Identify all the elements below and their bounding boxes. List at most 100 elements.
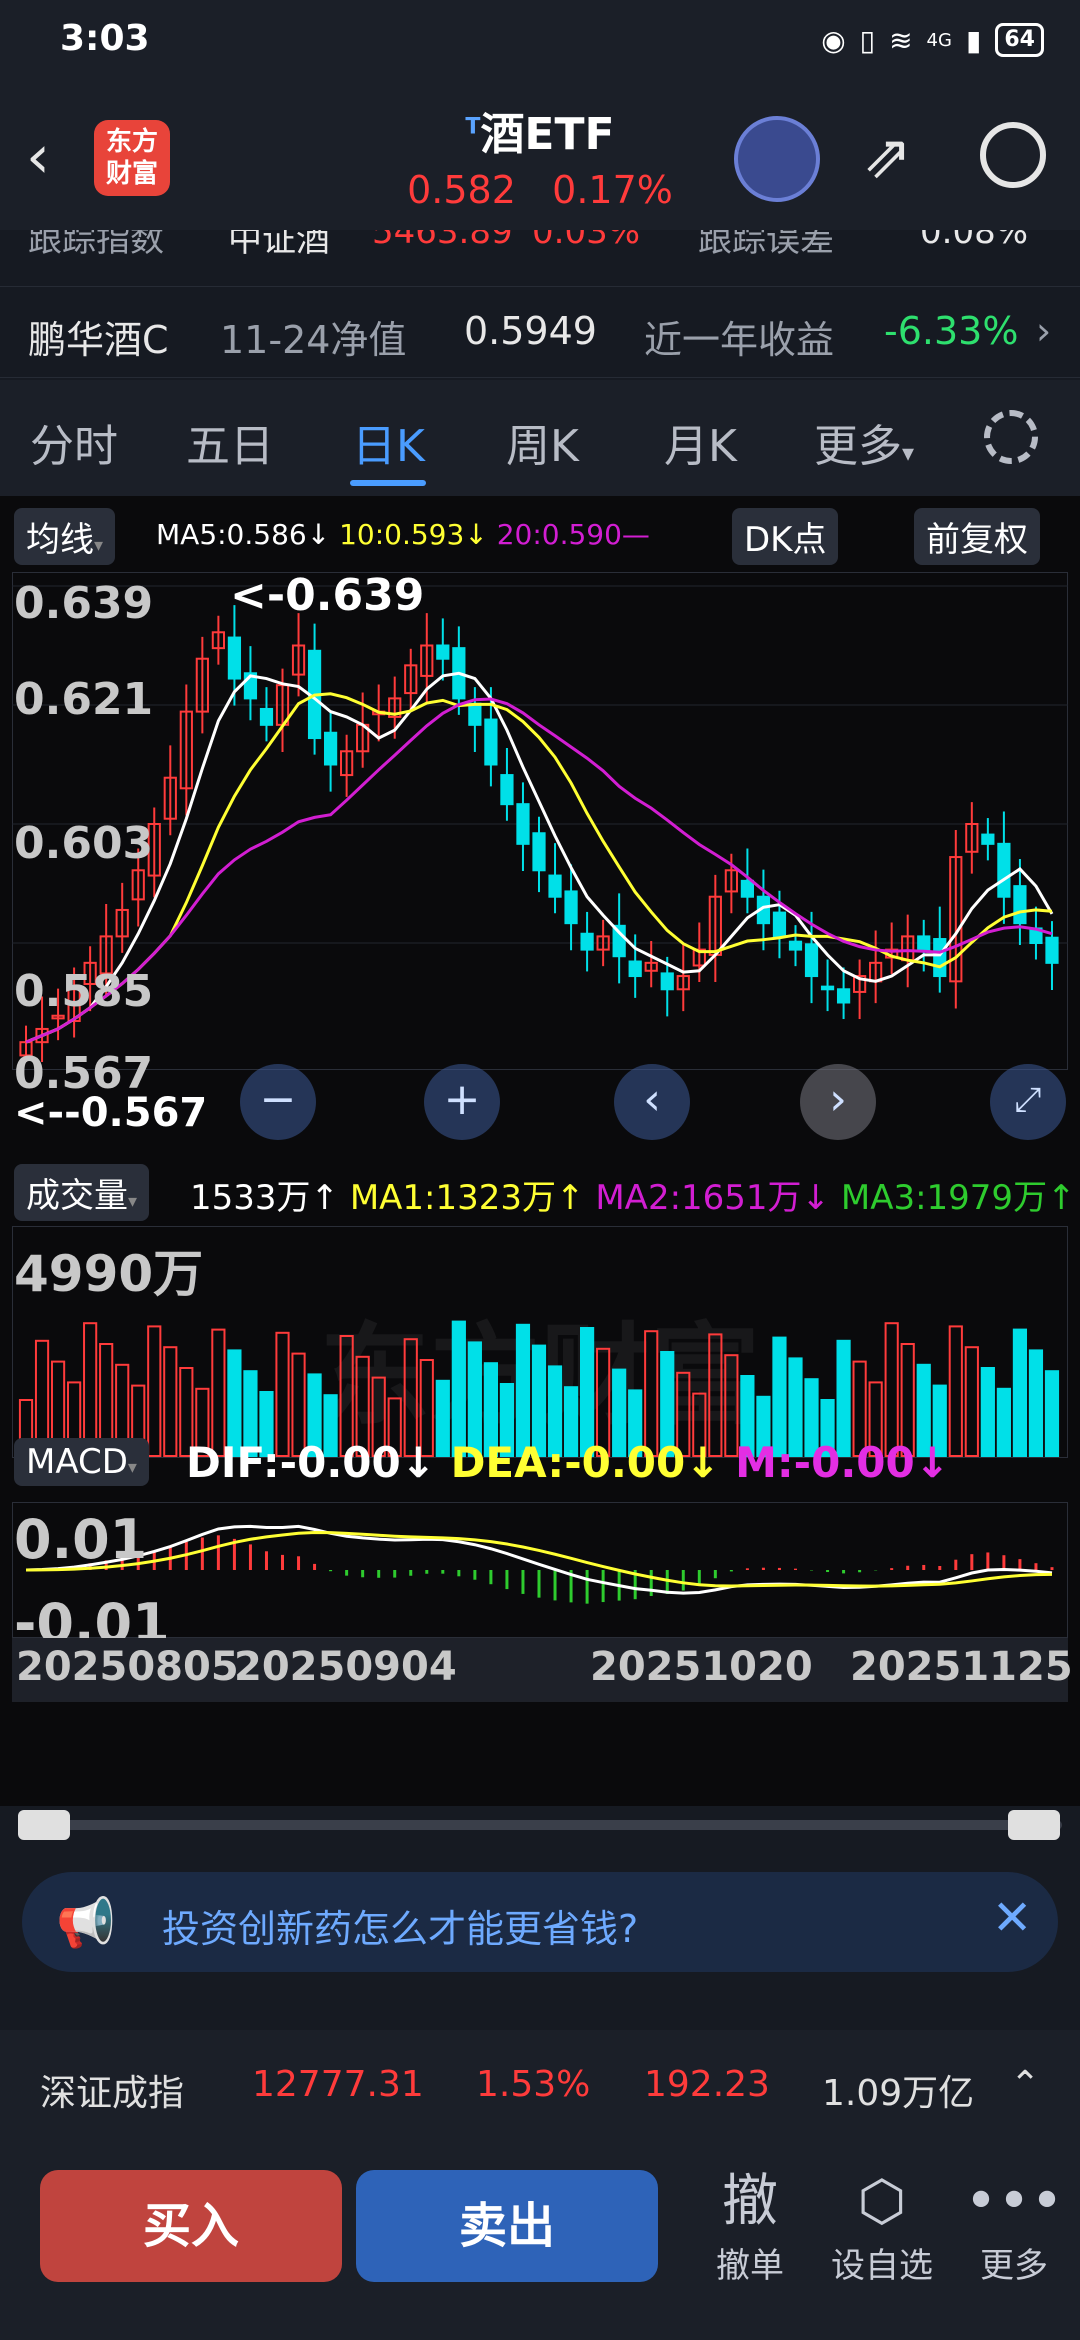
candle-body — [997, 842, 1011, 898]
current-price: 0.582 — [407, 168, 516, 212]
zoom-out-button[interactable]: − — [240, 1064, 316, 1140]
slider-handle-left[interactable] — [18, 1810, 70, 1840]
volume-now: 1533万↑ — [190, 1178, 340, 1218]
change-pct: 0.17% — [552, 168, 673, 212]
sell-button[interactable]: 卖出 — [356, 2170, 658, 2282]
chevron-up-icon[interactable]: ⌃ — [1010, 2064, 1040, 2105]
index-turnover: 1.09万亿 — [822, 2073, 975, 2114]
cancel-order-button[interactable]: 撤 撤单 — [690, 2166, 810, 2287]
candle-body — [788, 940, 803, 951]
nav-value: 0.5949 — [464, 309, 597, 353]
macd-selector[interactable]: MACD▾ — [14, 1438, 149, 1486]
date-label-3: 20251125 — [850, 1644, 1073, 1690]
tracking-index-value: 5463.89 — [372, 230, 513, 252]
tab-intraday[interactable]: 分时 — [30, 410, 118, 474]
index-change: 192.23 — [644, 2064, 770, 2105]
index-ticker[interactable]: 深证成指 12777.31 1.53% 192.23 1.09万亿 ⌃ — [0, 2030, 1080, 2146]
vol-ma1: MA1:1323万↑ — [349, 1178, 585, 1218]
candle-body — [484, 718, 498, 766]
tracking-error-value: 0.08% — [920, 230, 1029, 252]
yield-label: 近一年收益 — [644, 318, 835, 362]
tab-five-day[interactable]: 五日 — [186, 410, 274, 474]
candle-body — [323, 731, 338, 766]
macd-panel[interactable] — [12, 1502, 1068, 1638]
tracking-index-pct: 0.03% — [532, 230, 641, 252]
slider-handle-right[interactable] — [1008, 1810, 1060, 1840]
vol-ma2: MA2:1651万↓ — [595, 1178, 831, 1218]
ad-text[interactable]: 投资创新药怎么才能更省钱? — [162, 1898, 638, 1953]
candle-body — [580, 932, 594, 951]
yield-value: -6.33% — [884, 309, 1019, 353]
close-icon[interactable]: ✕ — [992, 1890, 1032, 1946]
price-tick-2: 0.603 — [14, 818, 154, 869]
cancel-order-label: 撤单 — [716, 2246, 784, 2286]
fund-name: 鹏华酒C — [28, 318, 169, 362]
tab-daily-k[interactable]: 日K — [352, 410, 425, 474]
signal-icon: ▮ — [965, 23, 982, 57]
hexagon-icon: ⬡ — [857, 2169, 907, 2234]
index-value: 12777.31 — [252, 2064, 424, 2105]
volume-legend: 1533万↑ MA1:1323万↑ MA2:1651万↓ MA3:1979万↑ — [190, 1170, 1076, 1219]
candle-body — [740, 879, 755, 898]
status-icons: ◉ ▯ ≋ 4G ▮ 64 — [821, 20, 1044, 60]
tracking-index-label: 跟踪指数 — [28, 230, 164, 260]
scroll-right-button[interactable]: › — [800, 1064, 876, 1140]
volume-tick: 4990万 — [14, 1245, 204, 1303]
range-slider[interactable] — [18, 1810, 1062, 1840]
ad-banner[interactable]: 📢 投资创新药怎么才能更省钱? ✕ — [22, 1872, 1058, 1972]
volume-selector[interactable]: 成交量▾ — [14, 1164, 150, 1221]
volume-selector-label: 成交量 — [26, 1176, 128, 1216]
add-watchlist-label: 设自选 — [831, 2246, 933, 2286]
caret-down-icon: ▾ — [127, 1457, 137, 1478]
candle-body — [1013, 885, 1027, 925]
gear-icon[interactable] — [984, 410, 1038, 464]
buy-button[interactable]: 买入 — [40, 2170, 342, 2282]
share-icon[interactable]: ⇗ — [862, 122, 912, 192]
battery-icon: 64 — [995, 23, 1044, 57]
fullscreen-icon[interactable]: ⤢ — [990, 1064, 1066, 1140]
macd-tick-top: 0.01 — [14, 1508, 148, 1571]
period-tabs: 分时 五日 日K 周K 月K 更多▾ — [0, 380, 1080, 496]
vol-ma3: MA3:1979万↑ — [840, 1178, 1076, 1218]
tracking-info-row: 跟踪指数 中证酒 5463.89 0.03% 跟踪误差 0.08% — [0, 230, 1080, 286]
candle-body — [981, 833, 995, 845]
cancel-order-icon: 撤 — [722, 2169, 778, 2234]
eye-icon: ◉ — [821, 23, 846, 57]
scroll-left-button[interactable]: ‹ — [614, 1064, 690, 1140]
high-marker: <-0.639 — [230, 570, 425, 621]
caret-down-icon: ▾ — [128, 1191, 138, 1212]
add-watchlist-button[interactable]: ⬡ 设自选 — [822, 2166, 942, 2287]
assistant-avatar-icon[interactable] — [734, 116, 820, 202]
candle-body — [772, 911, 787, 938]
candle-body — [820, 985, 835, 991]
search-icon[interactable] — [980, 122, 1046, 188]
slider-track — [18, 1820, 1062, 1830]
macd-m: M:-0.00↓ — [735, 1438, 950, 1487]
candle-body — [804, 943, 819, 978]
zoom-in-button[interactable]: + — [424, 1064, 500, 1140]
fund-info-row[interactable]: 鹏华酒C 11-24净值 0.5949 近一年收益 -6.33% › — [0, 286, 1080, 378]
macd-dif: DIF:-0.00↓ — [186, 1438, 436, 1487]
status-bar: 3:03 ◉ ▯ ≋ 4G ▮ 64 — [0, 0, 1080, 80]
candle-body — [933, 938, 947, 978]
candle-body — [628, 960, 642, 978]
macd-dea: DEA:-0.00↓ — [450, 1438, 721, 1487]
date-label-1: 20250904 — [234, 1644, 457, 1690]
more-button[interactable]: ••• 更多 — [954, 2166, 1074, 2287]
candle-body — [1045, 936, 1059, 964]
index-pct: 1.53% — [476, 2064, 591, 2105]
candle-body — [836, 988, 851, 1004]
candle-body — [516, 803, 530, 845]
tab-monthly-k[interactable]: 月K — [664, 410, 737, 474]
megaphone-icon: 📢 — [56, 1895, 116, 1951]
tab-more-label: 更多 — [814, 421, 902, 472]
tab-weekly-k[interactable]: 周K — [506, 410, 579, 474]
nav-label: 11-24净值 — [220, 318, 407, 362]
candle-body — [468, 702, 482, 726]
candle-body — [532, 832, 546, 872]
price-tick-0: 0.639 — [14, 578, 154, 629]
tab-more[interactable]: 更多▾ — [814, 410, 914, 474]
chart-area: 均线▾ MA5:0.586↓ 10:0.593↓ 20:0.590— DK点 前… — [0, 496, 1080, 1806]
price-tick-1: 0.621 — [14, 674, 154, 725]
candle-body — [660, 972, 674, 991]
